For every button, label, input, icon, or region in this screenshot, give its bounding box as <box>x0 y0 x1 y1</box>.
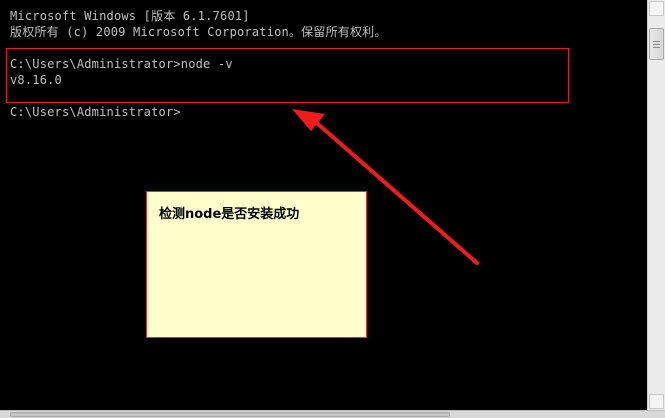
console-line-version: Microsoft Windows [版本 6.1.7601] <box>10 9 250 23</box>
scroll-thumb[interactable] <box>649 28 664 60</box>
horizontal-scrollbar[interactable] <box>0 410 665 418</box>
annotation-note: 检测node是否安装成功 <box>146 191 367 338</box>
horizontal-scroll-thumb[interactable] <box>10 412 450 417</box>
annotation-text: 检测node是否安装成功 <box>159 207 300 222</box>
scroll-down-button[interactable] <box>649 394 664 409</box>
highlight-box <box>6 48 569 103</box>
console-line-copyright: 版权所有 (c) 2009 Microsoft Corporation。保留所有… <box>10 25 387 39</box>
scroll-up-button[interactable] <box>649 1 664 16</box>
console-line-prompt[interactable]: C:\Users\Administrator> <box>10 105 181 119</box>
vertical-scrollbar[interactable] <box>647 0 665 410</box>
